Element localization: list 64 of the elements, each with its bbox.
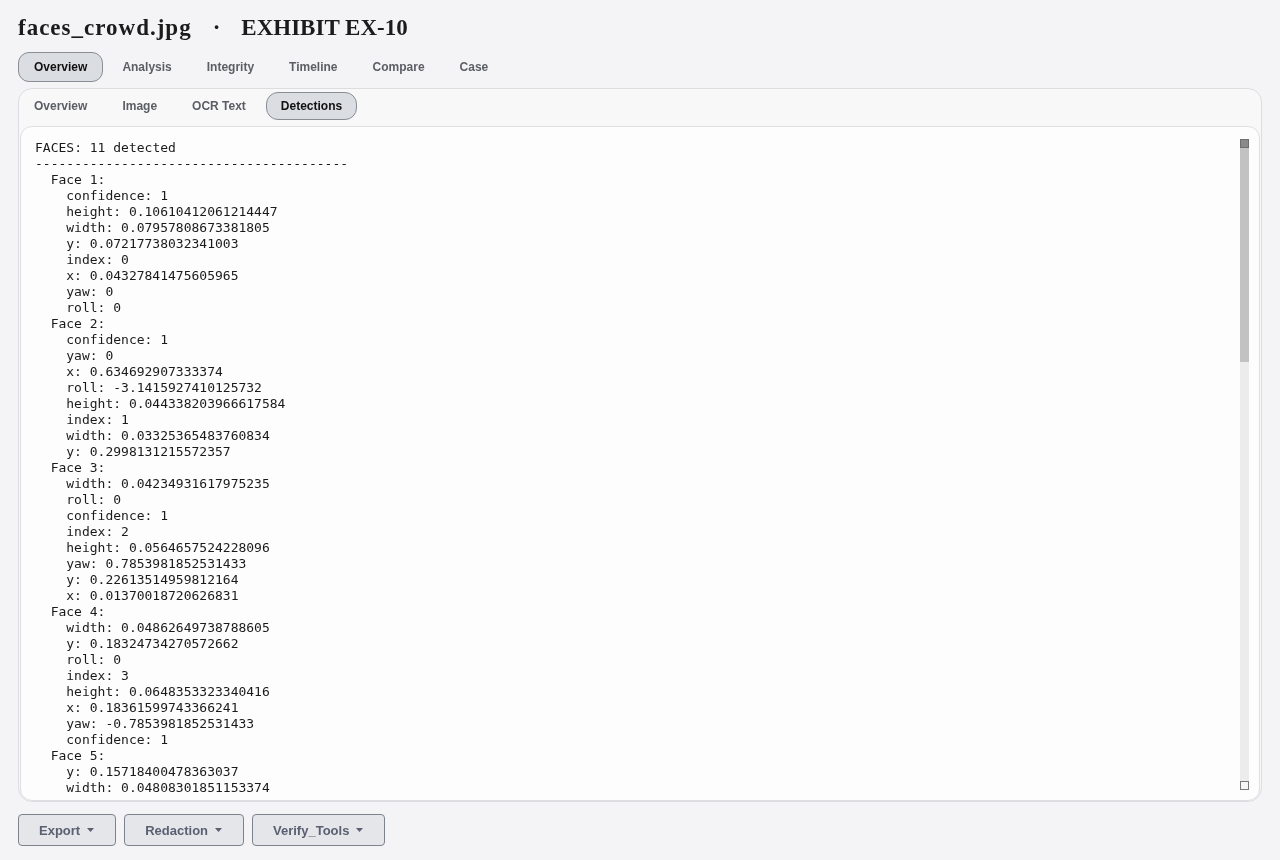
face-attribute: confidence: 1 <box>66 508 169 524</box>
caret-icon <box>215 828 222 832</box>
face-attribute: x: 0.634692907333374 <box>66 364 223 380</box>
scrollbar-thumb[interactable] <box>1240 148 1249 362</box>
scrollbar-button[interactable] <box>1240 139 1249 148</box>
face-attribute: width: 0.07957808673381805 <box>66 220 270 236</box>
face-attribute: y: 0.22613514959812164 <box>66 572 239 588</box>
scrollbar[interactable] <box>1240 139 1249 790</box>
dash-rule: ---------------------------------------- <box>35 156 349 172</box>
face-attribute: index: 0 <box>66 252 129 268</box>
exhibit-label: EXHIBIT EX-10 <box>241 15 408 41</box>
tab[interactable]: Timeline <box>273 52 354 82</box>
face-attribute: confidence: 1 <box>66 188 169 204</box>
subtab[interactable]: Overview <box>19 92 103 120</box>
tab[interactable]: Overview <box>18 52 104 82</box>
face-attribute: index: 1 <box>66 412 129 428</box>
face-label: Face 3: <box>50 460 106 476</box>
face-attribute: width: 0.04234931617975235 <box>66 476 270 492</box>
subtab[interactable]: OCR Text <box>177 92 261 120</box>
face-attribute: height: 0.0564657524228096 <box>66 540 270 556</box>
subtab[interactable]: Detections <box>265 92 358 120</box>
menu-button[interactable]: Verify_Tools <box>252 814 386 846</box>
tab[interactable]: Integrity <box>190 52 271 82</box>
face-attribute: height: 0.10610412061214447 <box>66 204 278 220</box>
face-label: Face 2: <box>50 316 106 332</box>
tab[interactable]: Compare <box>356 52 441 82</box>
face-attribute: confidence: 1 <box>66 332 169 348</box>
face-attribute: y: 0.07217738032341003 <box>66 236 239 252</box>
title-separator: · <box>212 15 221 41</box>
face-label: Face 5: <box>50 748 106 764</box>
face-attribute: height: 0.0648353323340416 <box>66 684 270 700</box>
caret-icon <box>356 828 364 832</box>
caret-icon <box>87 828 95 832</box>
tab[interactable]: Analysis <box>106 52 188 82</box>
face-attribute: height: 0.044338203966617584 <box>66 396 286 412</box>
face-attribute: x: 0.18361599743366241 <box>66 700 239 716</box>
output-heading: FACES: 11 detected <box>35 140 176 156</box>
subtab[interactable]: Image <box>107 92 173 120</box>
face-attribute: roll: 0 <box>66 492 122 508</box>
tab[interactable]: Case <box>443 52 505 82</box>
face-attribute: yaw: 0 <box>66 348 114 364</box>
menu-button[interactable]: Redaction <box>124 814 244 846</box>
face-attribute: index: 3 <box>66 668 129 684</box>
face-attribute: index: 2 <box>66 524 129 540</box>
face-attribute: yaw: 0.7853981852531433 <box>66 556 247 572</box>
face-attribute: roll: -3.1415927410125732 <box>66 380 262 396</box>
face-attribute: yaw: 0 <box>66 284 114 300</box>
face-label: Face 1: <box>50 172 106 188</box>
face-attribute: roll: 0 <box>66 652 122 668</box>
face-attribute: width: 0.04862649738788605 <box>66 620 270 636</box>
face-attribute: y: 0.18324734270572662 <box>66 636 239 652</box>
scrollbar-button[interactable] <box>1240 781 1249 790</box>
menu-button[interactable]: Export <box>18 814 117 846</box>
face-attribute: yaw: -0.7853981852531433 <box>66 716 255 732</box>
face-attribute: y: 0.2998131215572357 <box>66 444 231 460</box>
face-attribute: confidence: 1 <box>66 732 169 748</box>
face-attribute: x: 0.04327841475605965 <box>66 268 239 284</box>
face-attribute: roll: 0 <box>66 300 122 316</box>
face-attribute: x: 0.01370018720626831 <box>66 588 239 604</box>
face-attribute: width: 0.03325365483760834 <box>66 428 270 444</box>
face-attribute: width: 0.04808301851153374 <box>66 780 270 796</box>
face-label: Face 4: <box>50 604 106 620</box>
face-attribute: y: 0.15718400478363037 <box>66 764 239 780</box>
file-name: faces_crowd.jpg <box>18 15 192 41</box>
